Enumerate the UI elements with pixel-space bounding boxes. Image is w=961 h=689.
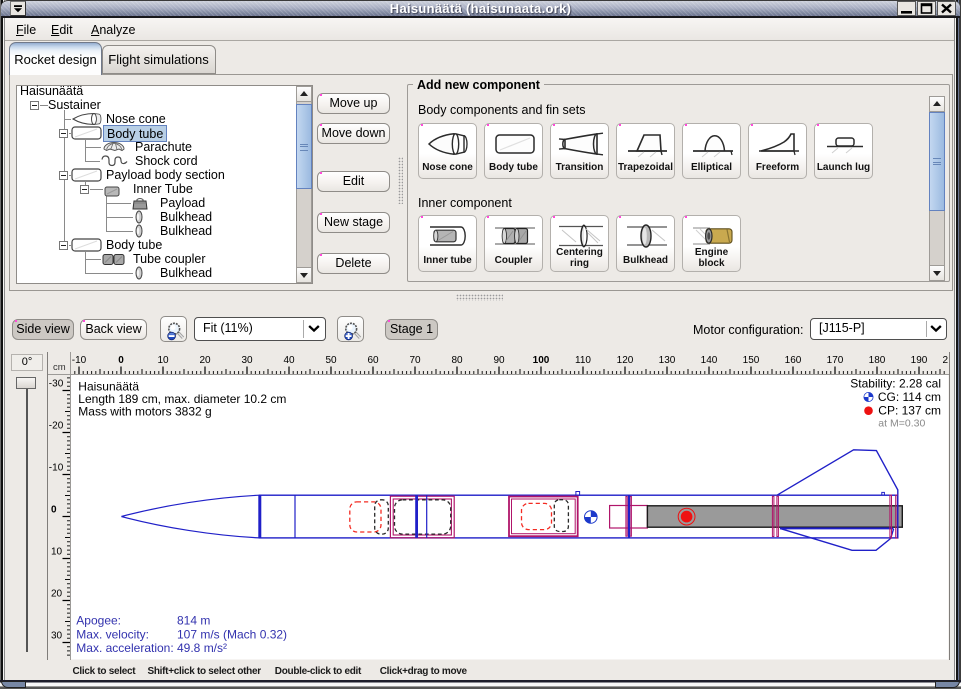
svg-text:CP: 137 cm: CP: 137 cm bbox=[878, 404, 941, 418]
svg-text:-20: -20 bbox=[49, 421, 64, 432]
svg-text:107 m/s (Mach 0.32): 107 m/s (Mach 0.32) bbox=[177, 627, 287, 641]
svg-text:70: 70 bbox=[409, 355, 421, 366]
svg-text:40: 40 bbox=[283, 355, 295, 366]
svg-text:CG: 114 cm: CG: 114 cm bbox=[878, 390, 941, 404]
svg-text:-10: -10 bbox=[49, 463, 64, 474]
svg-text:20: 20 bbox=[199, 355, 211, 366]
svg-text:80: 80 bbox=[451, 355, 463, 366]
svg-text:814 m: 814 m bbox=[177, 614, 210, 628]
svg-text:10: 10 bbox=[51, 547, 63, 558]
svg-text:Max. acceleration:: Max. acceleration: bbox=[76, 641, 173, 655]
svg-text:Max. velocity:: Max. velocity: bbox=[76, 627, 149, 641]
svg-text:10: 10 bbox=[157, 355, 169, 366]
svg-text:180: 180 bbox=[869, 355, 886, 366]
svg-text:110: 110 bbox=[575, 355, 591, 366]
svg-text:150: 150 bbox=[743, 355, 760, 366]
svg-text:Stability: 2.28 cal: Stability: 2.28 cal bbox=[850, 377, 941, 391]
svg-text:49.8 m/s²: 49.8 m/s² bbox=[177, 641, 227, 655]
svg-text:at M=0.30: at M=0.30 bbox=[878, 418, 925, 430]
svg-text:190: 190 bbox=[911, 355, 928, 366]
svg-text:30: 30 bbox=[241, 355, 253, 366]
svg-text:60: 60 bbox=[367, 355, 379, 366]
svg-text:20: 20 bbox=[51, 589, 63, 600]
svg-text:90: 90 bbox=[493, 355, 505, 366]
svg-text:Mass with motors 3832 g: Mass with motors 3832 g bbox=[78, 405, 211, 419]
svg-text:140: 140 bbox=[701, 355, 718, 366]
svg-text:-10: -10 bbox=[72, 355, 87, 366]
svg-text:50: 50 bbox=[325, 355, 337, 366]
svg-text:cm: cm bbox=[53, 362, 66, 373]
svg-text:0: 0 bbox=[118, 355, 124, 366]
svg-text:100: 100 bbox=[533, 355, 550, 366]
svg-text:120: 120 bbox=[617, 355, 634, 366]
svg-text:170: 170 bbox=[827, 355, 844, 366]
svg-text:2: 2 bbox=[943, 355, 949, 366]
svg-text:Apogee:: Apogee: bbox=[76, 614, 121, 628]
svg-text:30: 30 bbox=[51, 631, 63, 642]
svg-text:160: 160 bbox=[785, 355, 802, 366]
svg-text:130: 130 bbox=[659, 355, 676, 366]
svg-text:0: 0 bbox=[51, 505, 57, 516]
svg-text:-30: -30 bbox=[49, 379, 64, 390]
